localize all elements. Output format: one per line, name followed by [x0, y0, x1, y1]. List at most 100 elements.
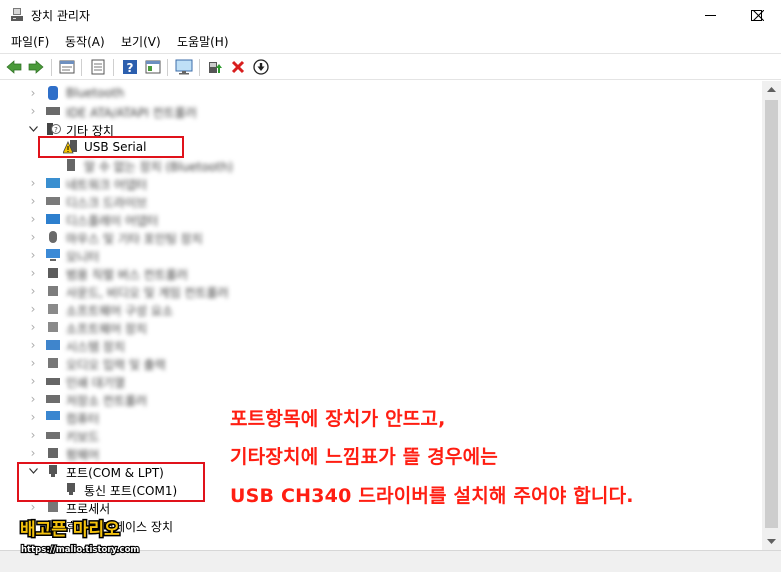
tree-label: 인쇄 대기열	[66, 376, 126, 390]
tree-row[interactable]: › 오디오 입력 및 출력	[0, 354, 762, 372]
update-driver-button[interactable]	[206, 58, 224, 76]
properties-button[interactable]	[58, 58, 76, 76]
scroll-up-button[interactable]	[762, 81, 781, 98]
scroll-down-button[interactable]	[762, 533, 781, 550]
window-title: 장치 관리자	[31, 9, 91, 23]
keyboard-icon	[46, 432, 60, 439]
chevron-right-icon[interactable]: ›	[28, 392, 38, 406]
tree-row[interactable]: › 범용 직렬 버스 컨트롤러	[0, 264, 762, 282]
close-button[interactable]	[735, 0, 781, 30]
tree-row-other-devices[interactable]: ? 기타 장치	[0, 120, 762, 138]
tree-row[interactable]: 알 수 없는 장치 (Bluetooth)	[0, 156, 762, 174]
software-component-icon	[48, 304, 58, 314]
tree-row[interactable]: › 디스크 드라이브	[0, 192, 762, 210]
blog-watermark: 배고픈 마리오 https://malio.tistory.com	[18, 516, 146, 557]
tree-row[interactable]: › 시스템 장치	[0, 336, 762, 354]
chevron-right-icon[interactable]: ›	[28, 356, 38, 370]
chevron-right-icon[interactable]: ›	[28, 86, 38, 100]
monitor-scan-icon	[175, 59, 193, 75]
tree-row[interactable]: › IDE ATA/ATAPI 컨트롤러	[0, 102, 762, 120]
tree-label: 마우스 및 기타 포인팅 장치	[66, 232, 203, 246]
chevron-right-icon[interactable]: ›	[28, 230, 38, 244]
menu-file[interactable]: 파일(F)	[11, 33, 49, 50]
usb-controller-icon	[48, 268, 58, 278]
tree-row-usb-serial[interactable]: USB Serial	[0, 138, 762, 156]
menu-action[interactable]: 동작(A)	[65, 33, 105, 50]
chevron-right-icon[interactable]: ›	[28, 320, 38, 334]
tree-label: 모니터	[66, 250, 100, 264]
chevron-right-icon[interactable]: ›	[28, 338, 38, 352]
uninstall-x-icon	[231, 60, 245, 74]
chevron-right-icon[interactable]: ›	[28, 266, 38, 280]
back-button[interactable]	[5, 58, 23, 76]
minimize-button[interactable]	[687, 0, 733, 30]
tree-label: 소프트웨어 장치	[66, 322, 148, 336]
caret-up-icon	[767, 87, 776, 92]
tree-label: 디스크 드라이브	[66, 196, 148, 210]
chevron-down-icon[interactable]	[28, 464, 38, 478]
ide-controller-icon	[46, 107, 60, 115]
chevron-right-icon[interactable]: ›	[28, 194, 38, 208]
chevron-right-icon[interactable]: ›	[28, 446, 38, 460]
tree-label-processor: 프로세서	[66, 502, 111, 516]
chevron-right-icon[interactable]: ›	[28, 428, 38, 442]
watermark-url: https://malio.tistory.com	[21, 545, 139, 555]
svg-text:?: ?	[54, 126, 58, 134]
tree-label: IDE ATA/ATAPI 컨트롤러	[66, 106, 197, 120]
scan-hardware-button[interactable]	[175, 58, 193, 76]
chevron-right-icon[interactable]: ›	[28, 410, 38, 424]
disable-device-button[interactable]	[252, 58, 270, 76]
help-button[interactable]: ?	[121, 58, 139, 76]
chevron-right-icon[interactable]: ›	[28, 284, 38, 298]
device-tree[interactable]: › Bluetooth › IDE ATA/ATAPI 컨트롤러 ? 기타 장치…	[0, 81, 762, 550]
menu-view[interactable]: 보기(V)	[121, 33, 161, 50]
list-view-icon	[91, 59, 105, 75]
chevron-down-icon[interactable]	[28, 122, 38, 136]
tree-label-usb-serial: USB Serial	[84, 140, 147, 154]
menu-help[interactable]: 도움말(H)	[177, 33, 229, 50]
tree-row[interactable]: › Bluetooth	[0, 84, 762, 102]
scroll-thumb[interactable]	[765, 100, 778, 528]
network-adapter-icon	[46, 178, 60, 188]
tree-label: 시스템 장치	[66, 340, 126, 354]
caret-down-icon	[767, 539, 776, 544]
chevron-right-icon[interactable]: ›	[28, 500, 38, 514]
chevron-right-icon[interactable]: ›	[28, 176, 38, 190]
chevron-right-icon[interactable]: ›	[28, 104, 38, 118]
tree-row[interactable]: › 소프트웨어 장치	[0, 318, 762, 336]
computer-icon	[46, 411, 60, 420]
uninstall-button[interactable]	[229, 58, 247, 76]
tree-label: Bluetooth	[66, 86, 125, 100]
tree-label: 디스플레이 어댑터	[66, 214, 159, 228]
sound-icon	[48, 286, 58, 296]
chevron-right-icon[interactable]: ›	[28, 374, 38, 388]
firmware-icon	[48, 448, 58, 458]
update-driver-icon	[209, 62, 222, 73]
tree-row[interactable]: › 모니터	[0, 246, 762, 264]
tree-label: 컴퓨터	[66, 412, 100, 426]
audio-io-icon	[48, 358, 58, 368]
help-icon: ?	[123, 60, 137, 75]
tree-row[interactable]: › 디스플레이 어댑터	[0, 210, 762, 228]
chevron-right-icon[interactable]: ›	[28, 212, 38, 226]
chevron-right-icon[interactable]: ›	[28, 302, 38, 316]
port-icon	[49, 465, 57, 477]
print-queue-icon	[46, 378, 60, 385]
chevron-right-icon[interactable]: ›	[28, 248, 38, 262]
tree-row[interactable]: › 소프트웨어 구성 요소	[0, 300, 762, 318]
tree-label: 범용 직렬 버스 컨트롤러	[66, 268, 188, 282]
action-view-button[interactable]	[144, 58, 162, 76]
tree-row[interactable]: › 마우스 및 기타 포인팅 장치	[0, 228, 762, 246]
tree-row[interactable]: › 네트워크 어댑터	[0, 174, 762, 192]
vertical-scrollbar[interactable]	[762, 81, 781, 550]
forward-button[interactable]	[27, 58, 45, 76]
tree-row[interactable]: › 사운드, 비디오 및 게임 컨트롤러	[0, 282, 762, 300]
display-adapter-icon	[46, 214, 60, 224]
tree-row[interactable]: › 인쇄 대기열	[0, 372, 762, 390]
list-view-button[interactable]	[89, 58, 107, 76]
tree-label: 오디오 입력 및 출력	[66, 358, 166, 372]
svg-text:?: ?	[127, 61, 134, 75]
toolbar: ?	[0, 53, 781, 80]
annotation-line-3: USB CH340 드라이버를 설치해 주어야 합니다.	[230, 485, 634, 507]
title-bar: 장치 관리자	[0, 0, 781, 30]
